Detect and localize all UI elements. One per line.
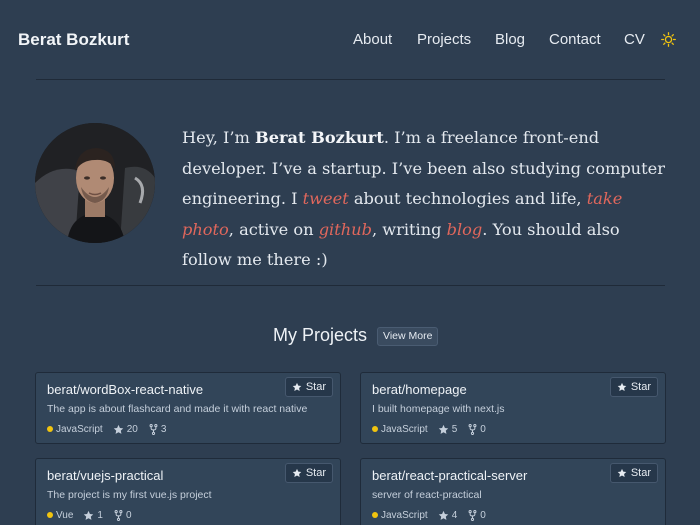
language-dot-icon [47, 512, 53, 518]
project-card[interactable]: berat/vuejs-practical The project is my … [35, 458, 341, 525]
header-divider [36, 79, 665, 80]
projects-title: My Projects [273, 325, 368, 345]
tweet-link[interactable]: tweet [303, 189, 349, 208]
star-button[interactable]: Star [284, 377, 333, 397]
fork-count: 0 [480, 509, 486, 521]
view-more-button[interactable]: View More [377, 327, 439, 346]
project-name[interactable]: berat/homepage [372, 382, 467, 397]
nav-contact[interactable]: Contact [549, 31, 601, 48]
language-label: Vue [56, 509, 74, 521]
fork-icon [114, 509, 123, 521]
project-description: The project is my first vue.js project [47, 489, 212, 501]
language-dot-icon [372, 512, 378, 518]
star-button[interactable]: Star [609, 377, 658, 397]
star-icon [438, 424, 448, 434]
fork-icon [468, 423, 477, 435]
intro-paragraph: Hey, I’m Berat Bozkurt. I’m a freelance … [182, 123, 672, 276]
fork-icon [149, 423, 158, 435]
intro-greeting: Hey, I’m [182, 128, 256, 147]
intro-name: Berat Bozkurt [255, 128, 384, 147]
language-dot-icon [372, 426, 378, 432]
project-card[interactable]: berat/homepage I built homepage with nex… [360, 372, 666, 444]
project-meta: JavaScript 20 3 [47, 422, 166, 436]
forks: 3 [149, 423, 167, 435]
star-icon [292, 468, 302, 477]
nav-blog[interactable]: Blog [495, 31, 525, 48]
nav-about[interactable]: About [353, 31, 392, 48]
fork-count: 0 [125, 509, 132, 521]
star-button[interactable]: Star [609, 463, 658, 483]
blog-link[interactable]: blog [447, 220, 483, 239]
main-nav: About Projects Blog Contact CV [0, 31, 700, 51]
language-label: JavaScript [381, 509, 428, 521]
project-card[interactable]: berat/wordBox-react-native The app is ab… [35, 372, 341, 444]
stars: 4 [438, 509, 458, 521]
nav-cv[interactable]: CV [624, 31, 645, 48]
star-icon [617, 468, 627, 477]
star-count: 4 [451, 509, 458, 521]
avatar-photo [35, 123, 155, 243]
forks: 0 [468, 509, 486, 521]
language: Vue [47, 510, 73, 521]
project-meta: Vue 1 0 [47, 508, 132, 522]
language-label: JavaScript [381, 423, 428, 435]
project-name[interactable]: berat/wordBox-react-native [47, 382, 203, 397]
language: JavaScript [372, 424, 428, 435]
stars: 20 [113, 424, 138, 435]
forks: 0 [114, 509, 132, 521]
site-header: Berat Bozkurt About Projects Blog Contac… [0, 0, 700, 80]
star-icon [113, 424, 123, 434]
nav-projects[interactable]: Projects [417, 31, 471, 48]
star-icon [438, 510, 448, 520]
project-description: The app is about flashcard and made it w… [47, 403, 308, 415]
star-icon [617, 382, 627, 391]
fork-count: 3 [160, 423, 167, 435]
star-count: 5 [451, 423, 458, 435]
star-button-label: Star [305, 467, 326, 479]
intro-text-4: , writing [371, 219, 447, 239]
project-name[interactable]: berat/react-practical-server [372, 468, 527, 483]
language-label: JavaScript [56, 423, 103, 435]
fork-icon [468, 509, 477, 521]
star-icon [292, 382, 302, 391]
project-meta: JavaScript 5 0 [372, 422, 486, 436]
fork-count: 0 [480, 423, 486, 435]
star-button-label: Star [630, 381, 651, 393]
star-count: 20 [126, 423, 138, 435]
star-button-label: Star [630, 467, 651, 479]
intro-text-3: , active on [228, 219, 319, 239]
star-button[interactable]: Star [284, 463, 333, 483]
language: JavaScript [372, 510, 428, 521]
sun-icon[interactable] [661, 32, 676, 47]
language: JavaScript [47, 424, 103, 435]
project-name[interactable]: berat/vuejs-practical [47, 468, 163, 483]
avatar [35, 123, 155, 243]
stars: 5 [438, 423, 458, 435]
project-description: server of react-practical [372, 489, 482, 501]
star-icon [84, 510, 94, 520]
github-link[interactable]: github [319, 220, 372, 239]
star-button-label: Star [305, 381, 326, 393]
project-meta: JavaScript 4 0 [372, 508, 486, 522]
project-card[interactable]: berat/react-practical-server server of r… [360, 458, 666, 525]
language-dot-icon [47, 426, 53, 432]
intro-text-2: about technologies and life, [348, 189, 587, 208]
stars: 1 [83, 510, 103, 521]
forks: 0 [468, 423, 486, 435]
star-count: 1 [97, 509, 103, 521]
intro-divider [36, 285, 665, 286]
project-description: I built homepage with next.js [372, 403, 505, 415]
